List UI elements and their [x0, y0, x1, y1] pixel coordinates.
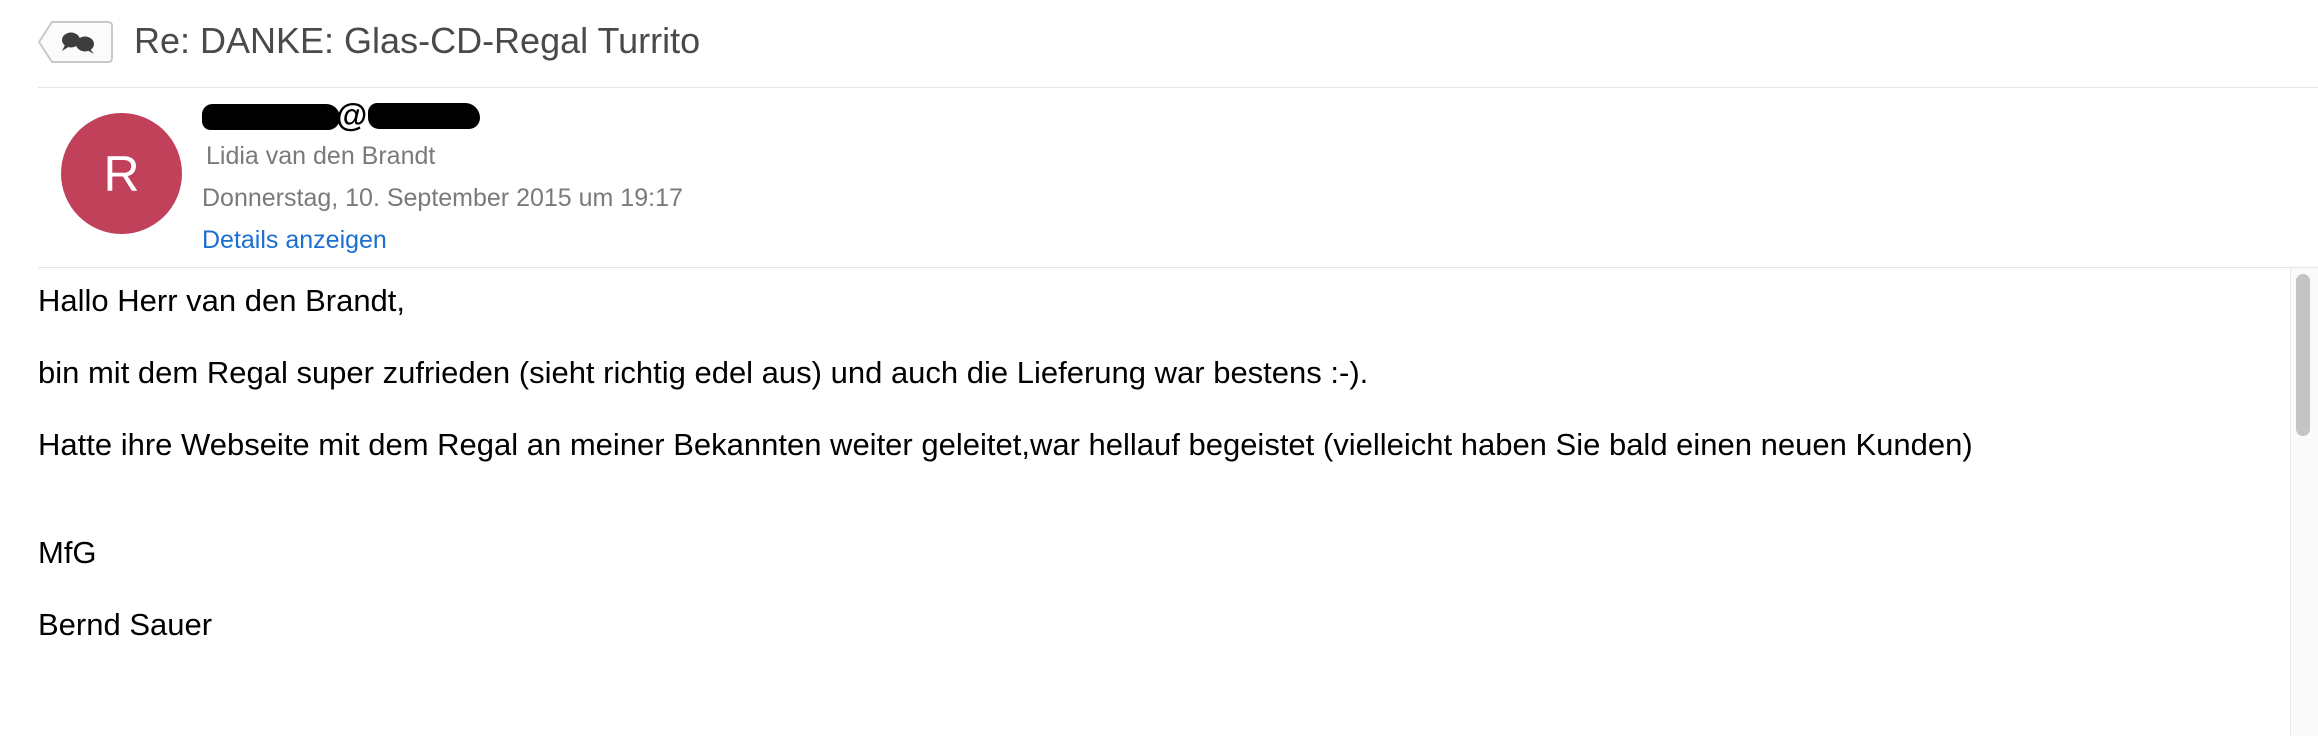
- back-button[interactable]: [38, 20, 114, 64]
- body-line-1: bin mit dem Regal super zufrieden (sieht…: [38, 355, 1369, 390]
- header-divider: [38, 87, 2318, 88]
- show-details-link[interactable]: Details anzeigen: [202, 226, 387, 255]
- body-line-signature: Bernd Sauer: [38, 607, 213, 642]
- redaction-mark: [202, 104, 340, 130]
- body-line-greeting: Hallo Herr van den Brandt,: [38, 283, 406, 318]
- body-divider: [38, 267, 2318, 268]
- redacted-sender-address: @: [202, 97, 480, 134]
- body-line-2: Hatte ihre Webseite mit dem Regal an mei…: [38, 427, 1973, 462]
- scrollbar-thumb[interactable]: [2296, 274, 2310, 436]
- speech-bubbles-icon: [38, 21, 113, 63]
- sender-avatar: R: [61, 113, 182, 234]
- body-line-closing: MfG: [38, 535, 97, 570]
- message-date: Donnerstag, 10. September 2015 um 19:17: [202, 184, 683, 212]
- recipient-name: Lidia van den Brandt: [206, 142, 436, 170]
- redaction-mark: [368, 103, 480, 129]
- email-subject: Re: DANKE: Glas-CD-Regal Turrito: [134, 20, 701, 61]
- sender-at-sign: @: [336, 97, 368, 133]
- avatar-initial: R: [103, 145, 140, 202]
